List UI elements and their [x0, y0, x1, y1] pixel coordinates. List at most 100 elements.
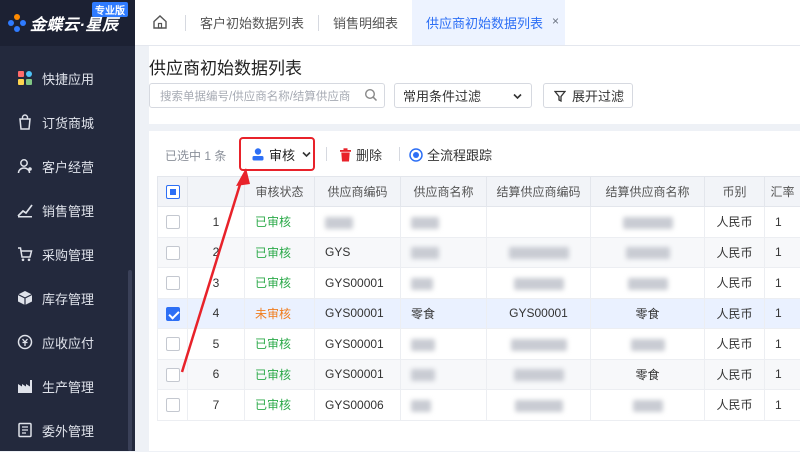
audit-status-text: 未审核 [255, 307, 291, 321]
row-number: 3 [188, 268, 245, 299]
row-checkbox[interactable] [166, 276, 180, 290]
brand-logo[interactable]: 金蝶云·星辰 专业版 [0, 0, 135, 46]
sidebar-item-customer[interactable]: 客户经营 [0, 144, 135, 188]
settle-supplier-name: 零食 [591, 359, 705, 390]
audit-status-text: 已审核 [255, 246, 291, 260]
full-process-trace-button[interactable]: 全流程跟踪 [409, 145, 492, 164]
sidebar-item-outsource[interactable]: 委外管理 [0, 408, 135, 452]
exchange-rate: 1 [765, 237, 800, 268]
select-all-checkbox[interactable] [166, 185, 180, 199]
row-checkbox-cell[interactable] [158, 359, 188, 390]
settle-supplier-code [487, 329, 591, 360]
exchange-rate: 1 [765, 298, 800, 329]
row-checkbox[interactable] [166, 307, 180, 321]
close-icon[interactable]: × [552, 14, 559, 28]
trash-icon [339, 148, 352, 162]
table-row[interactable]: 2已审核GYS人民币1 [158, 237, 800, 268]
sidebar-item-finance[interactable]: 应收应付 [0, 320, 135, 364]
row-checkbox[interactable] [166, 337, 180, 351]
row-checkbox-cell[interactable] [158, 237, 188, 268]
header-cell[interactable]: 供应商编码 [315, 177, 401, 207]
sidebar-item-sales-chart[interactable]: 销售管理 [0, 188, 135, 232]
sidebar-item-grid-apps[interactable]: 快捷应用 [0, 56, 135, 100]
expand-filter-button[interactable]: 展开过滤 [543, 83, 633, 108]
table-row[interactable]: 6已审核GYS00001零食人民币1 [158, 359, 800, 390]
search-icon[interactable] [364, 88, 378, 102]
table-row[interactable]: 1已审核人民币1 [158, 207, 800, 238]
table-row[interactable]: 4未审核GYS00001零食GYS00001零食人民币1 [158, 298, 800, 329]
exchange-rate: 1 [765, 359, 800, 390]
home-icon [152, 14, 168, 30]
supplier-name-text: 零食 [411, 307, 435, 321]
row-checkbox[interactable] [166, 368, 180, 382]
outsource-icon [17, 422, 33, 438]
currency: 人民币 [705, 298, 765, 329]
trace-label: 全流程跟踪 [427, 145, 492, 164]
search-input[interactable]: 搜索单据编号/供应商名称/结算供应商 [149, 83, 385, 108]
delete-label: 删除 [356, 145, 382, 164]
row-checkbox-cell[interactable] [158, 268, 188, 299]
sidebar-item-shopping-cart[interactable]: 采购管理 [0, 232, 135, 276]
supplier-code-text: GYS [325, 245, 350, 259]
tab-supplier-initial-data[interactable]: 供应商初始数据列表 × [412, 0, 565, 45]
supplier-code-text: GYS00001 [325, 306, 384, 320]
audit-label: 审核 [269, 145, 295, 164]
row-checkbox[interactable] [166, 215, 180, 229]
table-row[interactable]: 7已审核GYS00006人民币1 [158, 390, 800, 421]
row-checkbox[interactable] [166, 246, 180, 260]
exchange-rate: 1 [765, 268, 800, 299]
redacted-value [631, 339, 665, 351]
row-checkbox-cell[interactable] [158, 329, 188, 360]
header-cell[interactable]: 结算供应商名称 [591, 177, 705, 207]
header-cell[interactable]: 审核状态 [245, 177, 315, 207]
delete-button[interactable]: 删除 [339, 145, 382, 164]
common-filter-select[interactable]: 常用条件过滤 [394, 83, 532, 108]
supplier-name [401, 207, 487, 238]
settle-supplier-name [591, 237, 705, 268]
currency: 人民币 [705, 329, 765, 360]
redacted-value [509, 247, 569, 259]
row-number: 7 [188, 390, 245, 421]
tab-sales-detail[interactable]: 销售明细表 [319, 0, 412, 45]
settle-supplier-name [591, 268, 705, 299]
select-all-checkbox-cell[interactable] [158, 177, 188, 207]
currency: 人民币 [705, 237, 765, 268]
sidebar-item-box[interactable]: 库存管理 [0, 276, 135, 320]
table-row[interactable]: 5已审核GYS00001人民币1 [158, 329, 800, 360]
tab-customer-initial-data[interactable]: 客户初始数据列表 [186, 0, 318, 45]
row-checkbox[interactable] [166, 398, 180, 412]
shopping-cart-icon [17, 246, 33, 262]
table-row[interactable]: 3已审核GYS00001人民币1 [158, 268, 800, 299]
selected-count: 已选中 1 条 [165, 147, 226, 164]
header-cell[interactable]: 结算供应商编码 [487, 177, 591, 207]
page-header: 供应商初始数据列表 搜索单据编号/供应商名称/结算供应商 常用条件过滤 展开过滤 [149, 46, 800, 124]
settle-supplier-name-text: 零食 [635, 307, 659, 321]
sidebar-item-label: 快捷应用 [42, 69, 94, 88]
box-icon [17, 290, 33, 306]
row-checkbox-cell[interactable] [158, 390, 188, 421]
search-placeholder: 搜索单据编号/供应商名称/结算供应商 [160, 88, 350, 104]
audit-status: 已审核 [245, 207, 315, 238]
supplier-code-text: GYS00001 [325, 276, 384, 290]
header-cell[interactable]: 币别 [705, 177, 765, 207]
home-tab[interactable] [135, 0, 185, 45]
settle-supplier-name-text: 零食 [635, 368, 659, 382]
currency: 人民币 [705, 359, 765, 390]
header-cell[interactable]: 汇率 [765, 177, 800, 207]
sidebar-item-shopping-bag[interactable]: 订货商城 [0, 100, 135, 144]
settle-supplier-name [591, 207, 705, 238]
audit-button[interactable]: 审核 [239, 137, 315, 171]
header-cell[interactable]: 供应商名称 [401, 177, 487, 207]
filter-select-value: 常用条件过滤 [403, 86, 481, 105]
factory-icon [17, 378, 33, 394]
supplier-name [401, 237, 487, 268]
chevron-down-icon[interactable] [301, 149, 312, 160]
sidebar-item-factory[interactable]: 生产管理 [0, 364, 135, 408]
sidebar-item-label: 客户经营 [42, 157, 94, 176]
sidebar-scrollbar[interactable] [128, 270, 132, 451]
row-checkbox-cell[interactable] [158, 207, 188, 238]
row-checkbox-cell[interactable] [158, 298, 188, 329]
sidebar-item-label: 库存管理 [42, 289, 94, 308]
redacted-value [623, 217, 673, 229]
grid-apps-icon [17, 70, 33, 86]
